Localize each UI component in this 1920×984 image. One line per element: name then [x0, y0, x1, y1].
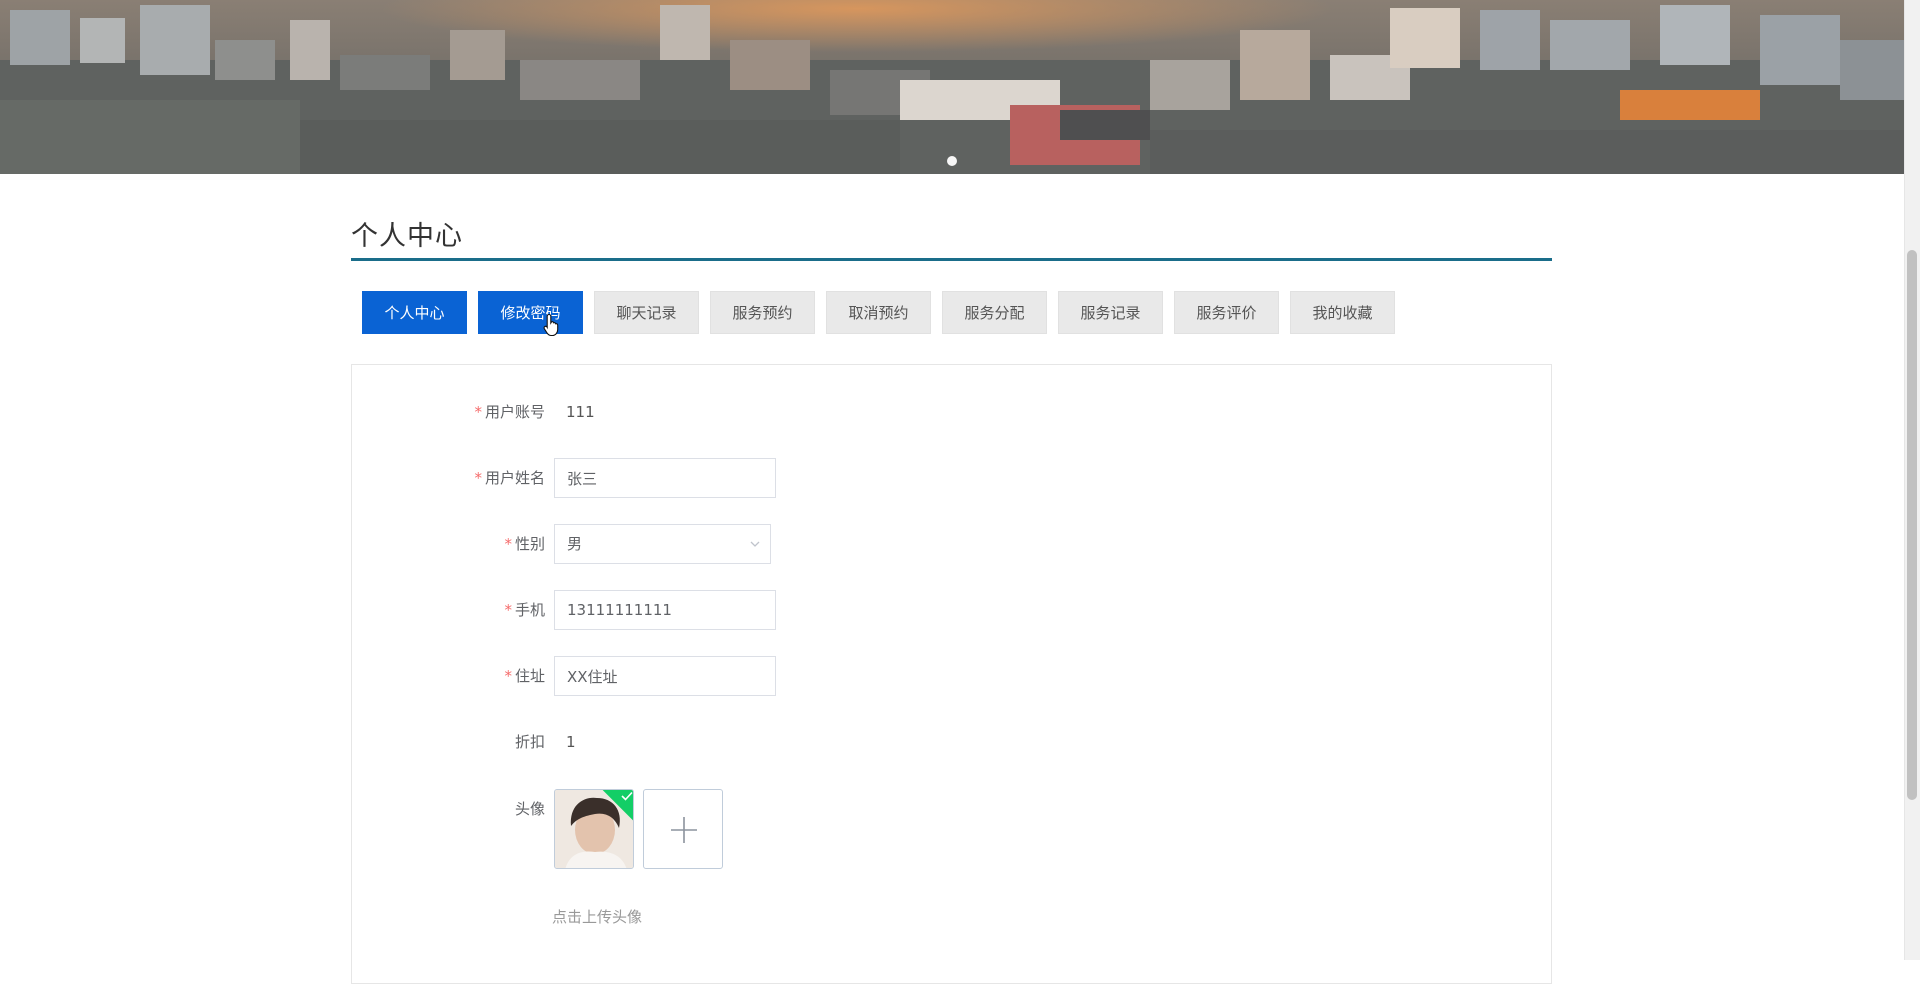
avatar-label: 头像 — [514, 800, 545, 818]
plus-icon — [671, 817, 697, 843]
phone-label-text: 手机 — [514, 601, 545, 619]
tab-cancel-booking[interactable]: 取消预约 — [826, 291, 931, 334]
gender-selected-value: 男 — [567, 535, 583, 553]
required-mark: * — [504, 601, 512, 619]
banner-carousel — [0, 0, 1904, 174]
gender-label-text: 性别 — [514, 535, 545, 553]
tab-service-assignment[interactable]: 服务分配 — [942, 291, 1047, 334]
discount-label: 折扣 — [514, 733, 545, 751]
account-value: 111 — [566, 403, 595, 421]
account-label-text: 用户账号 — [484, 403, 545, 421]
form-row-avatar: 头像 — [352, 789, 1552, 871]
tab-my-favorites[interactable]: 我的收藏 — [1290, 291, 1395, 334]
avatar-upload-button[interactable] — [643, 789, 723, 869]
page-scrollbar-thumb[interactable] — [1907, 250, 1917, 800]
form-row-phone: * 手机 — [352, 590, 1552, 630]
gender-select[interactable]: 男 — [554, 524, 771, 564]
hand-pointer-cursor-icon — [543, 313, 559, 337]
tab-service-records[interactable]: 服务记录 — [1058, 291, 1163, 334]
phone-label: * 手机 — [504, 590, 545, 630]
form-row-gender: * 性别 男 — [352, 524, 1552, 564]
carousel-indicator-dot[interactable] — [947, 156, 957, 166]
name-input[interactable] — [554, 458, 776, 498]
tab-profile[interactable]: 个人中心 — [362, 291, 467, 334]
upload-avatar-link[interactable]: 点击上传头像 — [552, 906, 642, 927]
account-label: * 用户账号 — [474, 392, 545, 432]
chevron-down-icon — [750, 541, 760, 547]
discount-value: 1 — [566, 733, 576, 751]
form-row-address: * 住址 — [352, 656, 1552, 696]
address-label-text: 住址 — [514, 667, 545, 685]
profile-form-panel: *用户账号 111 *用户姓名 *性别 男 *手机 *住址 折扣 1 头像 — [351, 364, 1552, 984]
tab-service-reviews[interactable]: 服务评价 — [1174, 291, 1279, 334]
required-mark: * — [504, 535, 512, 553]
page-title: 个人中心 — [351, 221, 463, 252]
profile-tabs: 个人中心 修改密码 聊天记录 服务预约 取消预约 服务分配 服务记录 服务评价 … — [362, 291, 1395, 334]
required-mark: * — [474, 469, 482, 487]
form-row-name: * 用户姓名 — [352, 458, 1552, 498]
title-divider — [351, 258, 1552, 261]
form-row-discount: 折扣 1 — [352, 722, 1552, 762]
check-icon — [621, 791, 633, 801]
avatar-thumbnail[interactable] — [554, 789, 634, 869]
tab-chat-history[interactable]: 聊天记录 — [594, 291, 699, 334]
required-mark: * — [474, 403, 482, 421]
phone-input[interactable] — [554, 590, 776, 630]
required-mark: * — [504, 667, 512, 685]
city-banner-image — [0, 0, 1904, 174]
form-row-account: * 用户账号 111 — [352, 392, 1552, 432]
tab-change-password[interactable]: 修改密码 — [478, 291, 583, 334]
gender-label: * 性别 — [504, 524, 545, 564]
tab-service-booking[interactable]: 服务预约 — [710, 291, 815, 334]
name-label: * 用户姓名 — [474, 458, 545, 498]
name-label-text: 用户姓名 — [484, 469, 545, 487]
address-input[interactable] — [554, 656, 776, 696]
address-label: * 住址 — [504, 656, 545, 696]
